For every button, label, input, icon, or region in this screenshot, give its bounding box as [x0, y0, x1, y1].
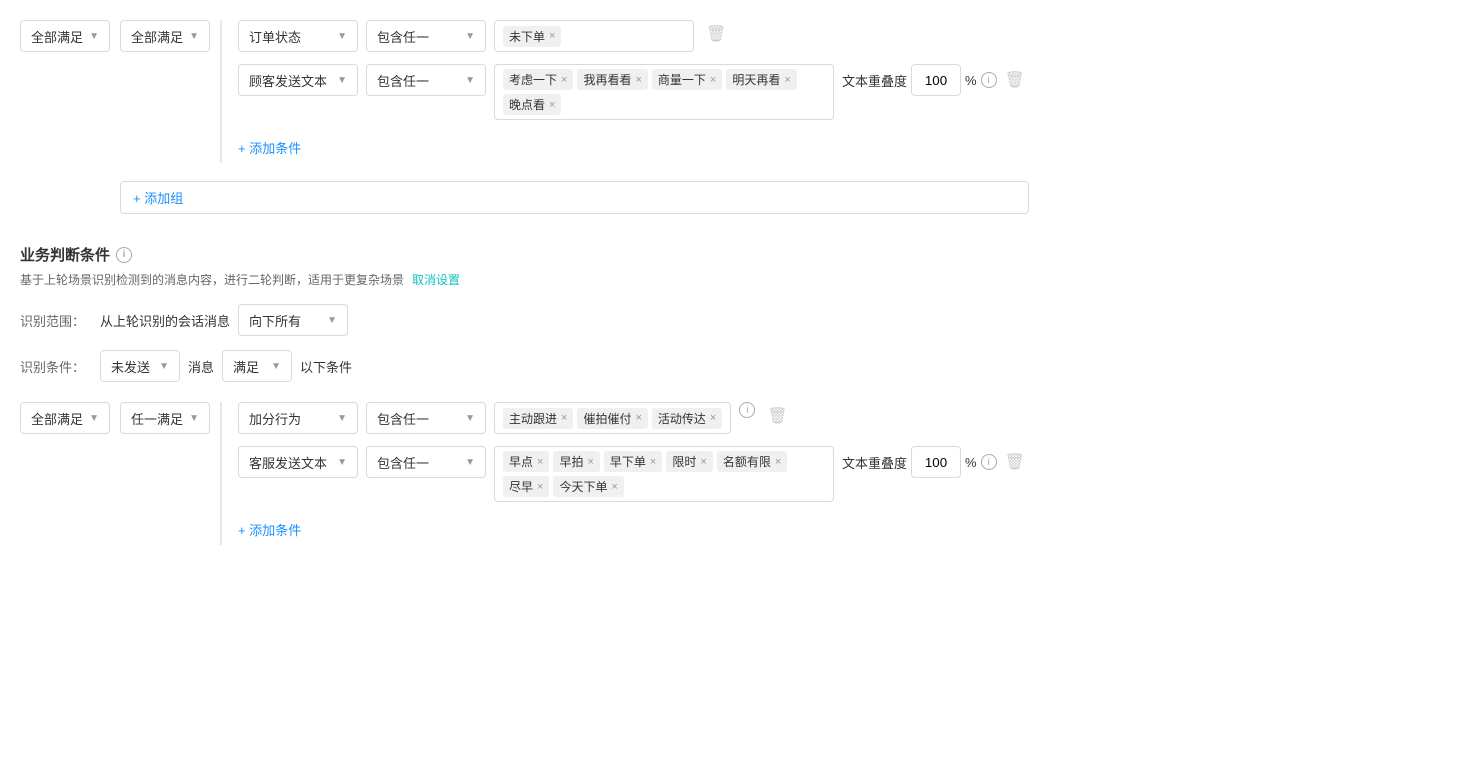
operator-dropdown-2[interactable]: 包含任一 ▼ [366, 64, 486, 96]
tag-close-weixiadan[interactable]: × [549, 30, 555, 42]
tag-zaodian: 早点 × [503, 451, 549, 472]
top-condition-group: 全部满足 ▼ 全部满足 ▼ 订单状态 ▼ [20, 20, 1447, 214]
bottom-condition-row-1: 加分行为 ▼ 包含任一 ▼ 主动跟进 × [238, 402, 1029, 434]
inner-condition-wrapper: 全部满足 ▼ 订单状态 ▼ 包含任一 ▼ [120, 20, 1029, 214]
tag-wankan: 晚点看 × [503, 94, 561, 115]
condition-row-biz: 识别条件： 未发送 ▼ 消息 满足 ▼ 以下条件 [20, 350, 1447, 382]
tag-close-mingexian[interactable]: × [775, 456, 781, 468]
bottom-outer-satisfy-arrow: ▼ [89, 413, 99, 424]
tag-zaoxiadan: 早下单 × [604, 451, 662, 472]
biz-title-info-icon[interactable]: i [116, 247, 132, 263]
add-group-btn[interactable]: + 添加组 [120, 181, 1029, 214]
biz-title: 业务判断条件 i [20, 244, 1447, 265]
inner-satisfy-arrow: ▼ [189, 31, 199, 42]
add-condition-btn[interactable]: + 添加条件 [238, 132, 1029, 163]
operator-dropdown-1[interactable]: 包含任一 ▼ [366, 20, 486, 52]
tag-close-wankan[interactable]: × [549, 99, 555, 111]
bottom-inner-satisfy-arrow: ▼ [189, 413, 199, 424]
tag-zhudong: 主动跟进 × [503, 408, 573, 429]
condition-row-1: 订单状态 ▼ 包含任一 ▼ 未下单 × [238, 20, 1029, 52]
bottom-inner-satisfy-select[interactable]: 任一满足 ▼ [120, 402, 210, 434]
tag-close-shangliang[interactable]: × [710, 74, 716, 86]
tag-huodong: 活动传达 × [652, 408, 722, 429]
bottom-inner-group: 任一满足 ▼ 加分行为 ▼ 包含任一 ▼ [120, 402, 1029, 545]
tag-kaolv: 考虑一下 × [503, 69, 573, 90]
tag-zaopai: 早拍 × [553, 451, 599, 472]
bottom-condition-group: 全部满足 ▼ 任一满足 ▼ 加分行为 ▼ [20, 402, 1447, 545]
density-input-2[interactable] [911, 64, 961, 96]
tag-jintiaxiadan: 今天下单 × [553, 476, 623, 497]
tag-close-kaolv[interactable]: × [561, 74, 567, 86]
tag-close-wokan[interactable]: × [635, 74, 641, 86]
scope-identify-row: 从上轮识别的会话消息 向下所有 ▼ [100, 304, 348, 336]
text-density-bottom-2: 文本重叠度 % i 🗑 [842, 446, 1029, 478]
delete-bottom-row-1[interactable]: 🗑 [763, 402, 791, 430]
bottom-add-condition-btn[interactable]: + 添加条件 [238, 514, 1029, 545]
tag-weixiadan: 未下单 × [503, 26, 561, 47]
tag-close-zaopai[interactable]: × [587, 456, 593, 468]
tag-close-zaoxiadan[interactable]: × [650, 456, 656, 468]
density-input-bottom-2[interactable] [911, 446, 961, 478]
scope-dropdown[interactable]: 向下所有 ▼ [238, 304, 348, 336]
field-dropdown-1[interactable]: 订单状态 ▼ [238, 20, 358, 52]
biz-section: 业务判断条件 i 基于上轮场景识别检测到的消息内容，进行二轮判断，适用于更复杂场… [20, 244, 1447, 382]
outer-satisfy-select[interactable]: 全部满足 ▼ [20, 20, 110, 52]
condition-row-2: 顾客发送文本 ▼ 包含任一 ▼ 考虑一下 × [238, 64, 1029, 120]
density-info-icon-2[interactable]: i [981, 72, 997, 88]
biz-desc: 基于上轮场景识别检测到的消息内容，进行二轮判断，适用于更复杂场景 取消设置 [20, 271, 1447, 288]
tag-close-jintiaxiadan[interactable]: × [611, 481, 617, 493]
tag-close-huodong[interactable]: × [710, 412, 716, 424]
bottom-operator-dropdown-2[interactable]: 包含任一 ▼ [366, 446, 486, 478]
tags-container-1[interactable]: 未下单 × [494, 20, 694, 52]
inner-group: 全部满足 ▼ 订单状态 ▼ 包含任一 ▼ [120, 20, 1029, 163]
bottom-field-dropdown-1[interactable]: 加分行为 ▼ [238, 402, 358, 434]
tags-container-2[interactable]: 考虑一下 × 我再看看 × 商量一下 × [494, 64, 834, 120]
bottom-outer-satisfy-select[interactable]: 全部满足 ▼ [20, 402, 110, 434]
delete-bottom-row-2[interactable]: 🗑 [1001, 448, 1029, 476]
bottom-tags-container-2[interactable]: 早点 × 早拍 × 早下单 × [494, 446, 834, 502]
send-state-dropdown[interactable]: 未发送 ▼ [100, 350, 180, 382]
bottom-tags-container-1[interactable]: 主动跟进 × 催拍催付 × 活动传达 × [494, 402, 731, 434]
bottom-operator-dropdown-1[interactable]: 包含任一 ▼ [366, 402, 486, 434]
tag-close-xianshi[interactable]: × [700, 456, 706, 468]
tag-wokan: 我再看看 × [577, 69, 647, 90]
outer-satisfy-arrow: ▼ [89, 31, 99, 42]
bottom-condition-row-2: 客服发送文本 ▼ 包含任一 ▼ 早点 × [238, 446, 1029, 502]
bottom-inner-wrapper: 任一满足 ▼ 加分行为 ▼ 包含任一 ▼ [120, 402, 1029, 545]
bottom-condition-section: 全部满足 ▼ 任一满足 ▼ 加分行为 ▼ [20, 402, 1447, 545]
bottom-field-dropdown-2[interactable]: 客服发送文本 ▼ [238, 446, 358, 478]
tag-close-zhudong[interactable]: × [561, 412, 567, 424]
tag-jizao: 尽早 × [503, 476, 549, 497]
text-density-2: 文本重叠度 % i 🗑 [842, 64, 1029, 96]
delete-row-1[interactable]: 🗑 [702, 20, 730, 48]
top-condition-section: 全部满足 ▼ 全部满足 ▼ 订单状态 ▼ [20, 20, 1447, 214]
tag-mingexian: 名额有限 × [717, 451, 787, 472]
tag-close-cuipai[interactable]: × [635, 412, 641, 424]
bottom-conditions-list: 加分行为 ▼ 包含任一 ▼ 主动跟进 × [220, 402, 1029, 545]
condition-identify-row: 未发送 ▼ 消息 满足 ▼ 以下条件 [100, 350, 352, 382]
tag-xianshi: 限时 × [666, 451, 712, 472]
field-dropdown-2[interactable]: 顾客发送文本 ▼ [238, 64, 358, 96]
tag-shangliang: 商量一下 × [652, 69, 722, 90]
tag-mingtian: 明天再看 × [726, 69, 796, 90]
scope-row: 识别范围： 从上轮识别的会话消息 向下所有 ▼ [20, 304, 1447, 336]
tag-close-jizao[interactable]: × [537, 481, 543, 493]
tag-close-zaodian[interactable]: × [537, 456, 543, 468]
delete-row-2[interactable]: 🗑 [1001, 66, 1029, 94]
tag-cuipai: 催拍催付 × [577, 408, 647, 429]
tag-close-mingtian[interactable]: × [784, 74, 790, 86]
inner-satisfy-select[interactable]: 全部满足 ▼ [120, 20, 210, 52]
cancel-setting-link[interactable]: 取消设置 [412, 271, 460, 288]
satisfy-dropdown-biz[interactable]: 满足 ▼ [222, 350, 292, 382]
density-info-icon-bottom-2[interactable]: i [981, 454, 997, 470]
row1-info-icon-bottom[interactable]: i [739, 402, 755, 418]
conditions-list: 订单状态 ▼ 包含任一 ▼ 未下单 × [220, 20, 1029, 163]
